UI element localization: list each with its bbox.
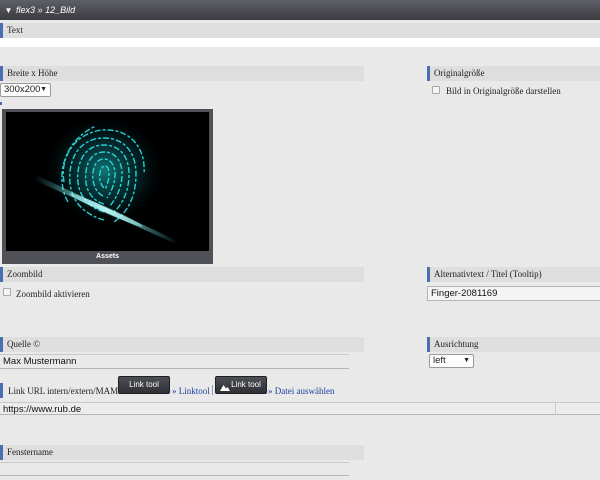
- triangle-down-icon[interactable]: ▼: [4, 1, 13, 21]
- mountain-icon: [220, 381, 230, 391]
- url-input-divider: [555, 402, 556, 415]
- caret-down-icon: ▼: [40, 86, 47, 93]
- separator-mark: [0, 102, 2, 105]
- alignment-select[interactable]: left ▼: [429, 354, 474, 368]
- text-label: Text: [0, 23, 600, 38]
- breadcrumb-separator: »: [37, 5, 43, 15]
- select-file-link[interactable]: » Datei auswählen: [268, 386, 334, 396]
- breadcrumb-current: 12_Bild: [45, 5, 76, 15]
- size-select[interactable]: 300x200 ▼: [0, 83, 51, 97]
- original-size-checkbox-label: Bild in Originalgröße darstellen: [446, 86, 561, 96]
- link-url-input[interactable]: https://www.rub.de: [0, 402, 600, 415]
- size-label: Breite x Höhe: [0, 66, 364, 81]
- original-size-label: Originalgröße: [427, 66, 600, 81]
- alt-text-input[interactable]: Finger-2081169: [427, 286, 600, 301]
- alt-text-label: Alternativtext / Titel (Tooltip): [427, 267, 600, 282]
- image-preview[interactable]: Assets: [2, 109, 213, 264]
- window-name-input[interactable]: [0, 462, 349, 476]
- image-caption: Assets: [96, 253, 119, 260]
- caret-down-icon: ▼: [463, 357, 470, 364]
- link-tool-button[interactable]: Link tool: [118, 376, 170, 394]
- linktool-link[interactable]: » Linktool: [172, 386, 210, 396]
- alignment-label: Ausrichtung: [427, 337, 600, 352]
- source-label: Quelle ©: [0, 337, 364, 352]
- window-name-label: Fenstername: [0, 445, 364, 460]
- link-separator: [212, 385, 213, 395]
- zoom-checkbox-label: Zoombild aktivieren: [16, 289, 90, 299]
- breadcrumb-bar: ▼ flex3 » 12_Bild: [0, 0, 600, 20]
- fingerprint-image: [6, 112, 209, 251]
- text-field[interactable]: [0, 38, 600, 47]
- file-tool-button-label: Link tool: [231, 380, 261, 389]
- source-input[interactable]: Max Mustermann: [0, 354, 349, 369]
- original-size-checkbox[interactable]: [432, 86, 440, 94]
- zoom-label: Zoombild: [0, 267, 364, 282]
- link-url-label: Link URL intern/extern/MAM: [8, 386, 119, 396]
- zoom-checkbox[interactable]: [3, 288, 11, 296]
- size-select-value: 300x200: [4, 84, 41, 95]
- alignment-select-value: left: [433, 355, 446, 366]
- file-tool-button[interactable]: Link tool: [215, 376, 267, 394]
- breadcrumb-root[interactable]: flex3: [16, 5, 35, 15]
